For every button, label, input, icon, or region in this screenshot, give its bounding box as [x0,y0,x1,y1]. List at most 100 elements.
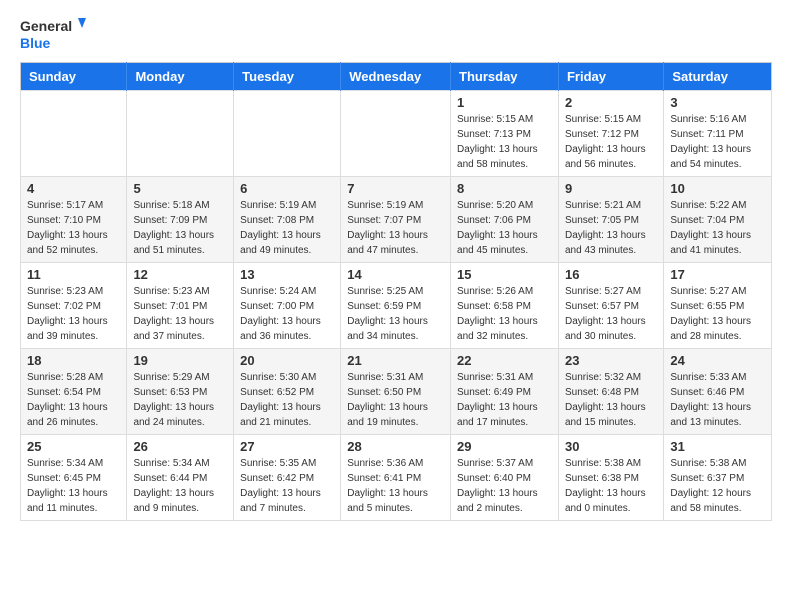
calendar-cell: 7 Sunrise: 5:19 AM Sunset: 7:07 PM Daylig… [341,177,451,263]
calendar-cell: 12 Sunrise: 5:23 AM Sunset: 7:01 PM Dayli… [127,263,234,349]
weekday-friday: Friday [558,63,663,91]
calendar-cell: 8Sunrise: 5:20 AM Sunset: 7:06 PM Daylig… [451,177,559,263]
day-info: Sunrise: 5:36 AM Sunset: 6:41 PM Dayligh… [347,456,444,516]
calendar-cell: 5Sunrise: 5:18 AM Sunset: 7:09 PM Daylig… [127,177,234,263]
day-info: Sunrise: 5:35 AM Sunset: 6:42 PM Dayligh… [240,456,334,516]
day-info: Sunrise: 5:17 AM Sunset: 7:10 PM Dayligh… [27,198,120,258]
svg-text:General: General [20,18,72,34]
day-number: 6 [240,181,334,196]
day-info: Sunrise: 5:20 AM Sunset: 7:06 PM Dayligh… [457,198,552,258]
day-info: Sunrise: 5:27 AM Sunset: 6:55 PM Dayligh… [670,284,765,344]
calendar-cell: 10Sunrise: 5:22 AM Sunset: 7:04 PM Dayli… [664,177,772,263]
weekday-header-row: SundayMondayTuesdayWednesdayThursdayFrid… [21,63,772,91]
day-number: 31 [670,439,765,454]
calendar-cell [21,91,127,177]
day-number: 3 [670,95,765,110]
day-info: Sunrise: 5:30 AM Sunset: 6:52 PM Dayligh… [240,370,334,430]
day-number: 30 [565,439,657,454]
calendar-cell [234,91,341,177]
day-number: 17 [670,267,765,282]
day-info: Sunrise: 5:16 AM Sunset: 7:11 PM Dayligh… [670,112,765,172]
day-number: 22 [457,353,552,368]
day-number: 15 [457,267,552,282]
day-info: Sunrise: 5:38 AM Sunset: 6:37 PM Dayligh… [670,456,765,516]
day-info: Sunrise: 5:27 AM Sunset: 6:57 PM Dayligh… [565,284,657,344]
day-number: 16 [565,267,657,282]
calendar-cell: 9Sunrise: 5:21 AM Sunset: 7:05 PM Daylig… [558,177,663,263]
calendar-cell [127,91,234,177]
day-number: 23 [565,353,657,368]
calendar-cell: 18 Sunrise: 5:28 AM Sunset: 6:54 PM Dayli… [21,349,127,435]
calendar-cell: 6 Sunrise: 5:19 AM Sunset: 7:08 PM Daylig… [234,177,341,263]
day-info: Sunrise: 5:31 AM Sunset: 6:50 PM Dayligh… [347,370,444,430]
day-info: Sunrise: 5:28 AM Sunset: 6:54 PM Dayligh… [27,370,120,430]
week-row-5: 25 Sunrise: 5:34 AM Sunset: 6:45 PM Dayli… [21,435,772,521]
svg-text:Blue: Blue [20,35,51,51]
day-number: 1 [457,95,552,110]
calendar-cell: 24 Sunrise: 5:33 AM Sunset: 6:46 PM Dayli… [664,349,772,435]
day-number: 7 [347,181,444,196]
logo: General Blue [20,16,90,52]
calendar-cell: 20Sunrise: 5:30 AM Sunset: 6:52 PM Dayli… [234,349,341,435]
day-number: 29 [457,439,552,454]
day-number: 24 [670,353,765,368]
calendar-cell: 27 Sunrise: 5:35 AM Sunset: 6:42 PM Dayli… [234,435,341,521]
calendar-cell: 4 Sunrise: 5:17 AM Sunset: 7:10 PM Daylig… [21,177,127,263]
week-row-2: 4 Sunrise: 5:17 AM Sunset: 7:10 PM Daylig… [21,177,772,263]
day-info: Sunrise: 5:34 AM Sunset: 6:45 PM Dayligh… [27,456,120,516]
day-info: Sunrise: 5:26 AM Sunset: 6:58 PM Dayligh… [457,284,552,344]
weekday-monday: Monday [127,63,234,91]
day-number: 25 [27,439,120,454]
day-info: Sunrise: 5:32 AM Sunset: 6:48 PM Dayligh… [565,370,657,430]
day-number: 27 [240,439,334,454]
weekday-sunday: Sunday [21,63,127,91]
calendar-cell: 16 Sunrise: 5:27 AM Sunset: 6:57 PM Dayli… [558,263,663,349]
logo-svg: General Blue [20,16,90,52]
day-info: Sunrise: 5:31 AM Sunset: 6:49 PM Dayligh… [457,370,552,430]
day-info: Sunrise: 5:24 AM Sunset: 7:00 PM Dayligh… [240,284,334,344]
day-number: 21 [347,353,444,368]
day-number: 4 [27,181,120,196]
calendar-cell: 3 Sunrise: 5:16 AM Sunset: 7:11 PM Daylig… [664,91,772,177]
calendar-cell: 29 Sunrise: 5:37 AM Sunset: 6:40 PM Dayli… [451,435,559,521]
calendar-cell: 11Sunrise: 5:23 AM Sunset: 7:02 PM Dayli… [21,263,127,349]
day-info: Sunrise: 5:37 AM Sunset: 6:40 PM Dayligh… [457,456,552,516]
day-info: Sunrise: 5:19 AM Sunset: 7:08 PM Dayligh… [240,198,334,258]
calendar-cell: 22 Sunrise: 5:31 AM Sunset: 6:49 PM Dayli… [451,349,559,435]
calendar-cell [341,91,451,177]
day-number: 13 [240,267,334,282]
calendar-cell: 2Sunrise: 5:15 AM Sunset: 7:12 PM Daylig… [558,91,663,177]
calendar-cell: 30Sunrise: 5:38 AM Sunset: 6:38 PM Dayli… [558,435,663,521]
day-info: Sunrise: 5:25 AM Sunset: 6:59 PM Dayligh… [347,284,444,344]
day-info: Sunrise: 5:29 AM Sunset: 6:53 PM Dayligh… [133,370,227,430]
day-info: Sunrise: 5:21 AM Sunset: 7:05 PM Dayligh… [565,198,657,258]
calendar-cell: 19 Sunrise: 5:29 AM Sunset: 6:53 PM Dayli… [127,349,234,435]
calendar-cell: 1Sunrise: 5:15 AM Sunset: 7:13 PM Daylig… [451,91,559,177]
calendar-cell: 21 Sunrise: 5:31 AM Sunset: 6:50 PM Dayli… [341,349,451,435]
day-number: 19 [133,353,227,368]
day-info: Sunrise: 5:23 AM Sunset: 7:02 PM Dayligh… [27,284,120,344]
day-number: 18 [27,353,120,368]
calendar-cell: 14Sunrise: 5:25 AM Sunset: 6:59 PM Dayli… [341,263,451,349]
day-info: Sunrise: 5:18 AM Sunset: 7:09 PM Dayligh… [133,198,227,258]
day-info: Sunrise: 5:33 AM Sunset: 6:46 PM Dayligh… [670,370,765,430]
calendar-cell: 17 Sunrise: 5:27 AM Sunset: 6:55 PM Dayli… [664,263,772,349]
week-row-4: 18 Sunrise: 5:28 AM Sunset: 6:54 PM Dayli… [21,349,772,435]
header: General Blue [20,16,772,52]
calendar-cell: 31 Sunrise: 5:38 AM Sunset: 6:37 PM Dayli… [664,435,772,521]
day-number: 28 [347,439,444,454]
weekday-saturday: Saturday [664,63,772,91]
week-row-3: 11Sunrise: 5:23 AM Sunset: 7:02 PM Dayli… [21,263,772,349]
day-info: Sunrise: 5:22 AM Sunset: 7:04 PM Dayligh… [670,198,765,258]
calendar-cell: 25 Sunrise: 5:34 AM Sunset: 6:45 PM Dayli… [21,435,127,521]
week-row-1: 1Sunrise: 5:15 AM Sunset: 7:13 PM Daylig… [21,91,772,177]
calendar-cell: 13 Sunrise: 5:24 AM Sunset: 7:00 PM Dayli… [234,263,341,349]
day-number: 12 [133,267,227,282]
day-info: Sunrise: 5:19 AM Sunset: 7:07 PM Dayligh… [347,198,444,258]
weekday-tuesday: Tuesday [234,63,341,91]
day-number: 2 [565,95,657,110]
calendar: SundayMondayTuesdayWednesdayThursdayFrid… [20,62,772,521]
weekday-thursday: Thursday [451,63,559,91]
day-info: Sunrise: 5:23 AM Sunset: 7:01 PM Dayligh… [133,284,227,344]
weekday-wednesday: Wednesday [341,63,451,91]
